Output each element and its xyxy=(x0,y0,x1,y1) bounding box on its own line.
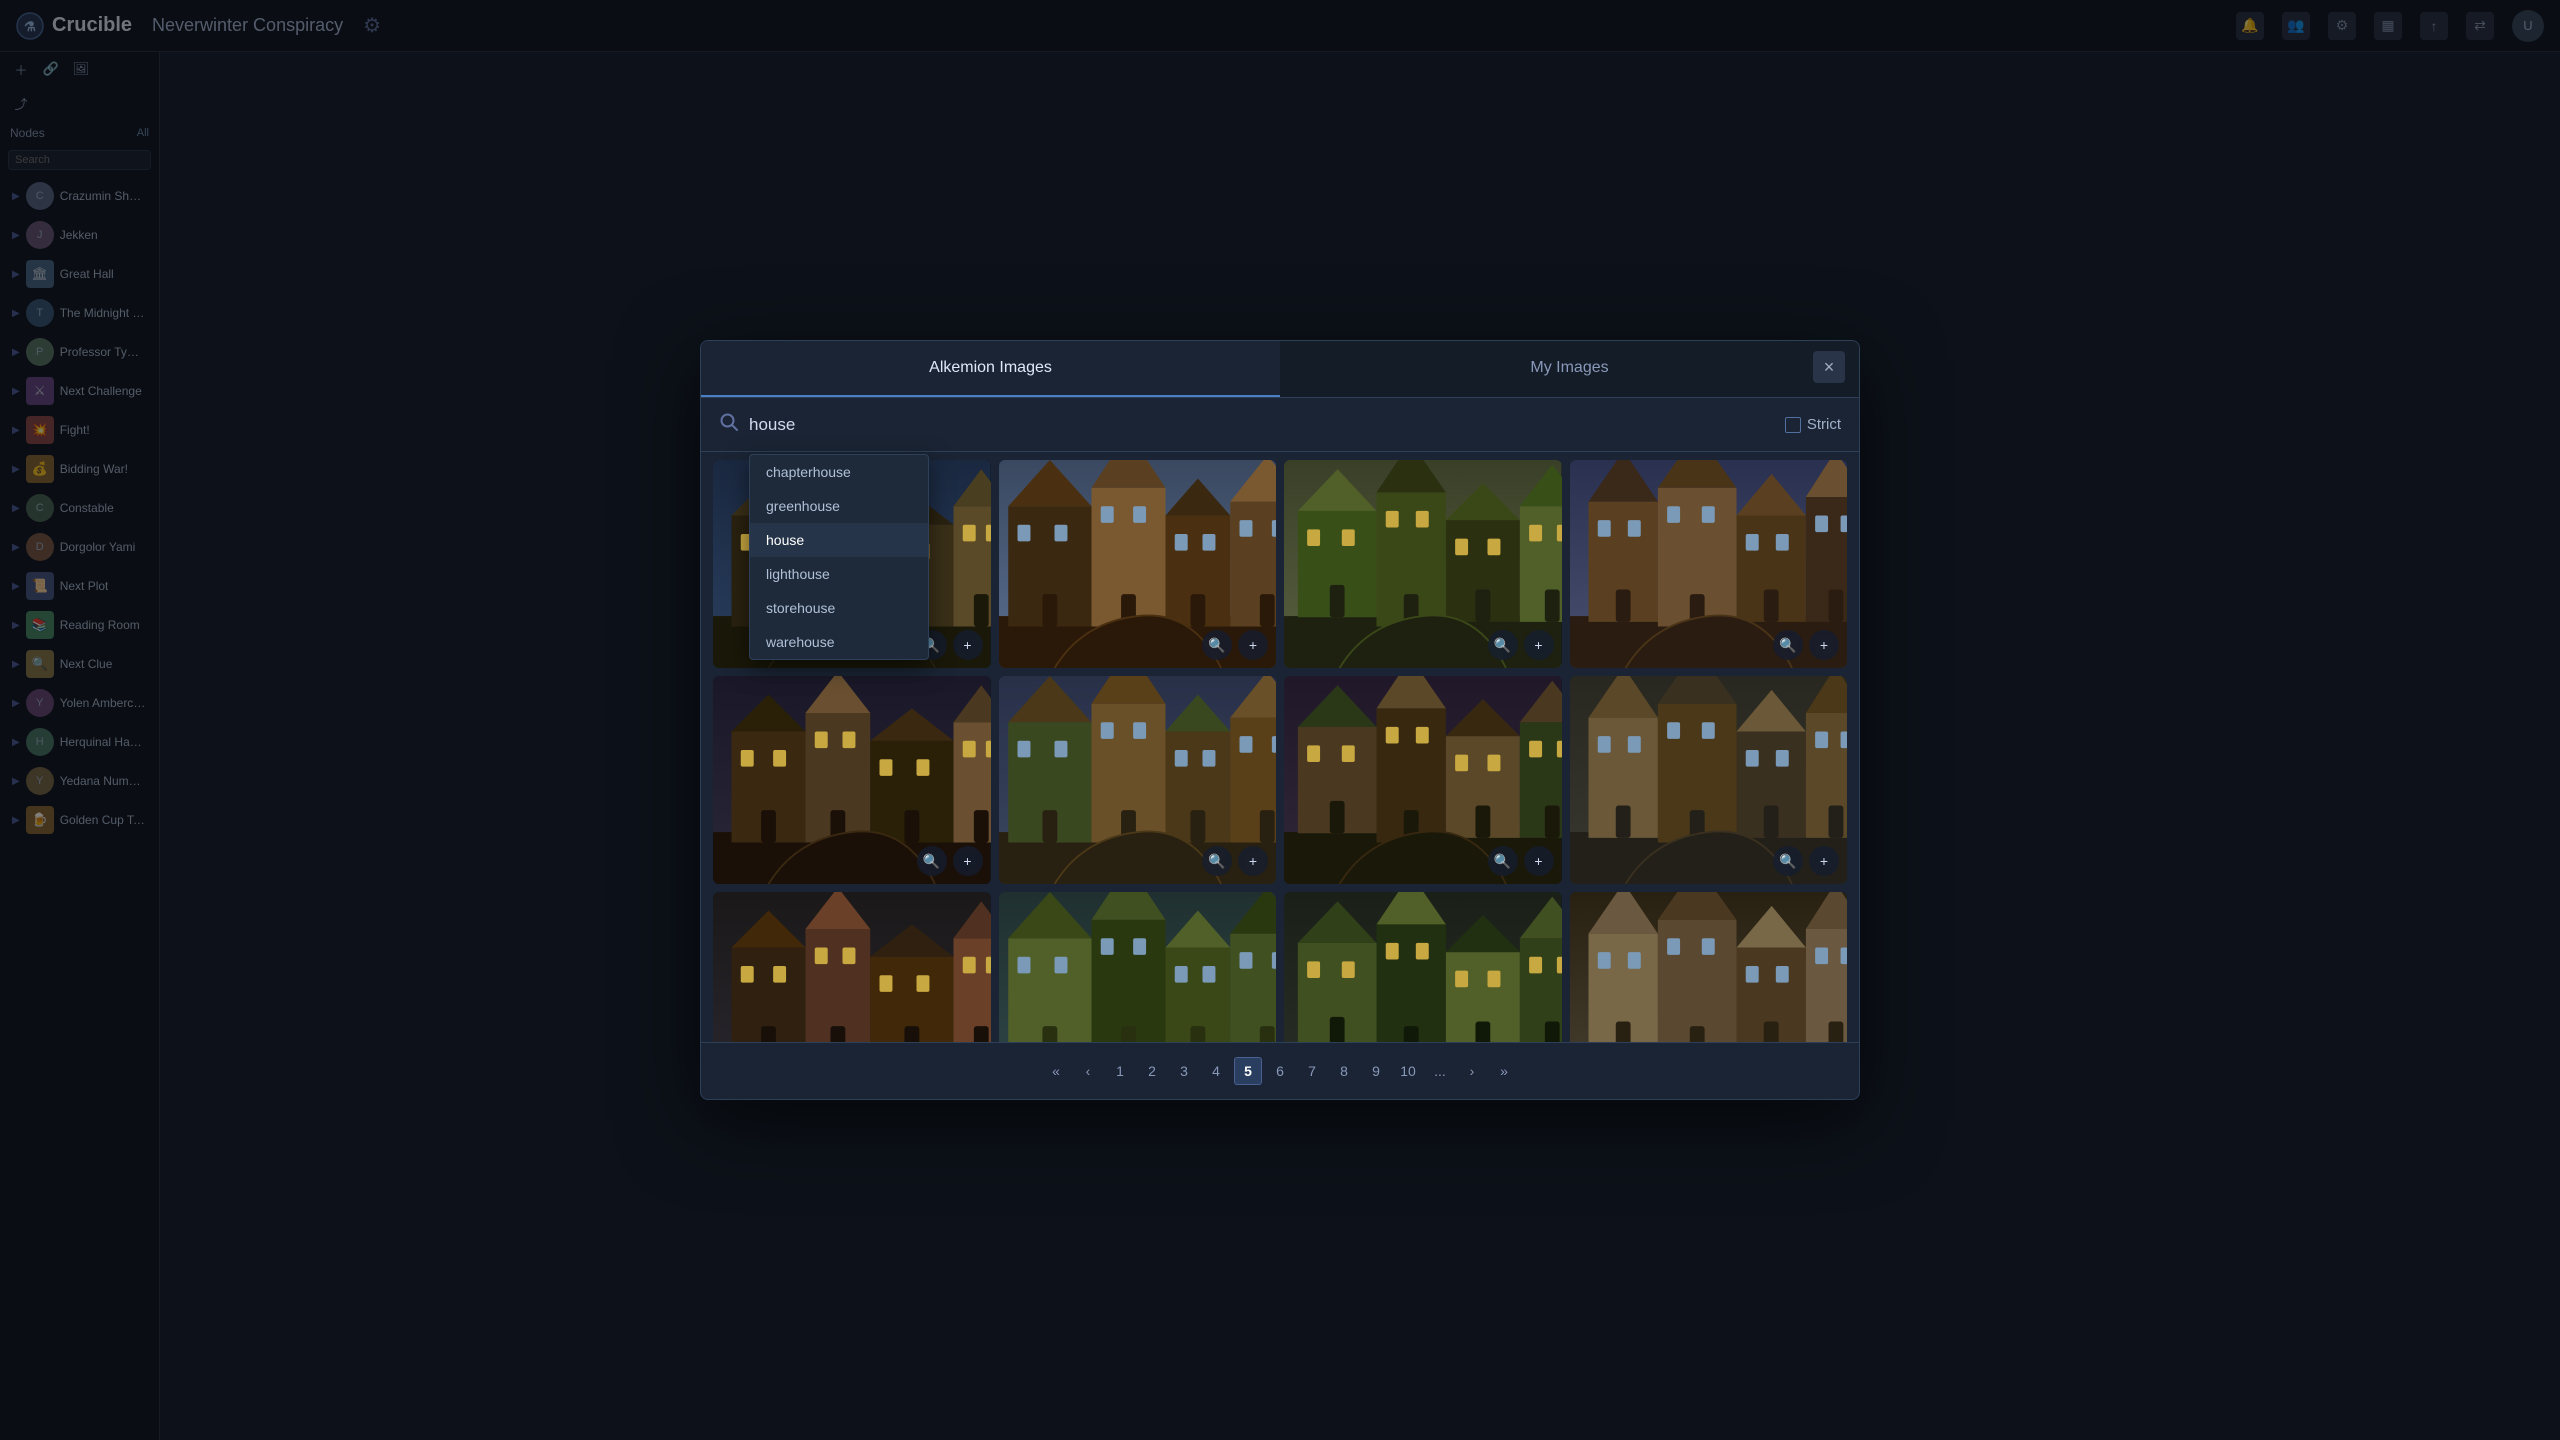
autocomplete-storehouse[interactable]: storehouse xyxy=(750,591,928,625)
zoom-button[interactable]: 🔍 xyxy=(1488,630,1518,660)
image-cell-actions: 🔍+ xyxy=(1202,846,1268,876)
page-next[interactable]: › xyxy=(1458,1057,1486,1085)
zoom-button[interactable]: 🔍 xyxy=(1773,630,1803,660)
page-4[interactable]: 4 xyxy=(1202,1057,1230,1085)
page-first[interactable]: « xyxy=(1042,1057,1070,1085)
image-picker-modal: Alkemion Images My Images × Strict chapt… xyxy=(700,340,1860,1100)
page-5[interactable]: 5 xyxy=(1234,1057,1262,1085)
search-icon xyxy=(719,412,739,437)
image-cell[interactable] xyxy=(999,892,1277,1042)
image-cell[interactable]: 🔍+ xyxy=(1570,676,1848,884)
page-7[interactable]: 7 xyxy=(1298,1057,1326,1085)
autocomplete-warehouse[interactable]: warehouse xyxy=(750,625,928,659)
page-9[interactable]: 9 xyxy=(1362,1057,1390,1085)
image-cell-actions: 🔍+ xyxy=(917,846,983,876)
autocomplete-house[interactable]: house xyxy=(750,523,928,557)
image-cell[interactable]: 🔍+ xyxy=(1284,676,1562,884)
zoom-button[interactable]: 🔍 xyxy=(1488,846,1518,876)
page-ellipsis: ... xyxy=(1426,1057,1454,1085)
add-image-button[interactable]: + xyxy=(1524,846,1554,876)
image-cell[interactable]: 🔍+ xyxy=(1284,460,1562,668)
image-cell-actions: 🔍+ xyxy=(1488,630,1554,660)
image-cell-actions: 🔍+ xyxy=(1773,846,1839,876)
add-image-button[interactable]: + xyxy=(953,846,983,876)
strict-label-text: Strict xyxy=(1807,416,1841,433)
page-1[interactable]: 1 xyxy=(1106,1057,1134,1085)
image-cell[interactable]: 🔍+ xyxy=(713,676,991,884)
image-cell-actions: 🔍+ xyxy=(1773,630,1839,660)
zoom-button[interactable]: 🔍 xyxy=(1773,846,1803,876)
zoom-button[interactable]: 🔍 xyxy=(917,846,947,876)
modal-overlay: Alkemion Images My Images × Strict chapt… xyxy=(0,0,2560,1440)
image-cell[interactable] xyxy=(713,892,991,1042)
modal-tabs: Alkemion Images My Images xyxy=(701,341,1859,398)
image-cell[interactable]: 🔍+ xyxy=(999,676,1277,884)
add-image-button[interactable]: + xyxy=(1809,846,1839,876)
add-image-button[interactable]: + xyxy=(1524,630,1554,660)
add-image-button[interactable]: + xyxy=(1238,630,1268,660)
page-8[interactable]: 8 xyxy=(1330,1057,1358,1085)
image-cell[interactable] xyxy=(1284,892,1562,1042)
image-cell[interactable]: 🔍+ xyxy=(1570,460,1848,668)
modal-search-bar: Strict chapterhouse greenhouse house lig… xyxy=(701,398,1859,452)
autocomplete-dropdown: chapterhouse greenhouse house lighthouse… xyxy=(749,454,929,660)
page-6[interactable]: 6 xyxy=(1266,1057,1294,1085)
image-cell-actions: 🔍+ xyxy=(1488,846,1554,876)
pagination: « ‹ 1 2 3 4 5 6 7 8 9 10 ... › » xyxy=(701,1042,1859,1099)
autocomplete-chapterhouse[interactable]: chapterhouse xyxy=(750,455,928,489)
image-cell[interactable]: 🔍+ xyxy=(999,460,1277,668)
page-last[interactable]: » xyxy=(1490,1057,1518,1085)
zoom-button[interactable]: 🔍 xyxy=(1202,630,1232,660)
modal-close-button[interactable]: × xyxy=(1813,351,1845,383)
autocomplete-greenhouse[interactable]: greenhouse xyxy=(750,489,928,523)
strict-checkbox[interactable] xyxy=(1785,417,1801,433)
add-image-button[interactable]: + xyxy=(1238,846,1268,876)
page-2[interactable]: 2 xyxy=(1138,1057,1166,1085)
image-cell[interactable] xyxy=(1570,892,1848,1042)
image-cell-actions: 🔍+ xyxy=(1202,630,1268,660)
page-3[interactable]: 3 xyxy=(1170,1057,1198,1085)
add-image-button[interactable]: + xyxy=(953,630,983,660)
zoom-button[interactable]: 🔍 xyxy=(1202,846,1232,876)
image-search-input[interactable] xyxy=(749,415,1775,435)
page-10[interactable]: 10 xyxy=(1394,1057,1422,1085)
tab-my-images[interactable]: My Images xyxy=(1280,341,1859,397)
autocomplete-lighthouse[interactable]: lighthouse xyxy=(750,557,928,591)
add-image-button[interactable]: + xyxy=(1809,630,1839,660)
tab-alkemion-images[interactable]: Alkemion Images xyxy=(701,341,1280,397)
page-prev[interactable]: ‹ xyxy=(1074,1057,1102,1085)
strict-filter[interactable]: Strict xyxy=(1785,416,1841,433)
